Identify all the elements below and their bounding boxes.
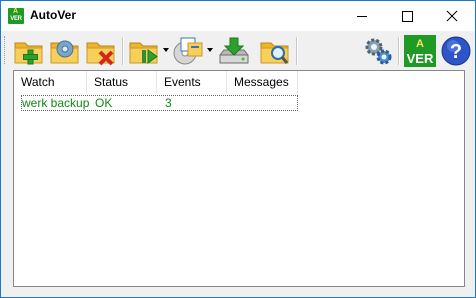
run-watch-button[interactable] [128, 35, 160, 67]
list-header: Watch Status Events Messages [14, 71, 464, 93]
toolbar-separator [296, 37, 298, 65]
logo-label: VER [407, 51, 434, 66]
folder-run-icon [129, 42, 158, 64]
maximize-icon [402, 11, 413, 22]
help-icon: ? [441, 36, 471, 66]
cell-events: 3 [165, 96, 172, 110]
cell-watch: werk backup [22, 96, 90, 110]
gear-icon [365, 38, 392, 65]
toolbar-grip[interactable] [4, 36, 8, 64]
column-header-messages[interactable]: Messages [227, 71, 298, 93]
folder-delete-icon [86, 42, 115, 66]
list-item[interactable]: werk backup OK 3 [21, 95, 298, 111]
search-button[interactable] [259, 35, 291, 67]
app-icon: A VER [8, 8, 24, 24]
add-watch-button[interactable] [13, 35, 45, 67]
column-header-watch[interactable]: Watch [14, 71, 87, 93]
folder-edit-icon [50, 40, 79, 64]
restore-drive-icon [219, 37, 249, 64]
delete-watch-button[interactable] [85, 35, 117, 67]
about-button[interactable]: A VER [404, 35, 436, 67]
app-icon-letter: A [13, 8, 19, 15]
folder-add-icon [14, 42, 43, 65]
run-watch-dropdown-icon[interactable] [163, 47, 169, 53]
autover-logo-icon: A VER [404, 35, 436, 67]
app-window: A VER AutoVer A VER ? Watch Status Event… [0, 0, 476, 298]
view-versions-button[interactable] [172, 35, 204, 67]
column-header-status[interactable]: Status [87, 71, 157, 93]
versions-icon [173, 37, 203, 65]
minimize-icon [357, 16, 367, 17]
view-versions-dropdown-icon[interactable] [207, 47, 213, 53]
edit-watch-button[interactable] [49, 35, 81, 67]
cell-status: OK [95, 96, 113, 110]
window-title: AutoVer [30, 8, 77, 22]
title-bar[interactable]: A VER AutoVer [1, 1, 475, 31]
help-button[interactable]: ? [440, 35, 472, 67]
app-icon-label: VER [10, 16, 22, 22]
toolbar: A VER ? [1, 31, 475, 71]
close-icon [446, 10, 458, 22]
settings-button[interactable] [362, 35, 394, 67]
maximize-button[interactable] [385, 1, 430, 31]
toolbar-separator [398, 37, 400, 65]
close-button[interactable] [430, 1, 475, 31]
watch-list[interactable]: Watch Status Events Messages werk backup… [13, 70, 465, 287]
minimize-button[interactable] [340, 1, 385, 31]
help-glyph: ? [450, 41, 462, 63]
folder-search-icon [260, 42, 289, 64]
logo-letter: A [416, 38, 424, 50]
restore-button[interactable] [217, 35, 249, 67]
column-header-events[interactable]: Events [157, 71, 227, 93]
toolbar-separator [122, 37, 124, 65]
